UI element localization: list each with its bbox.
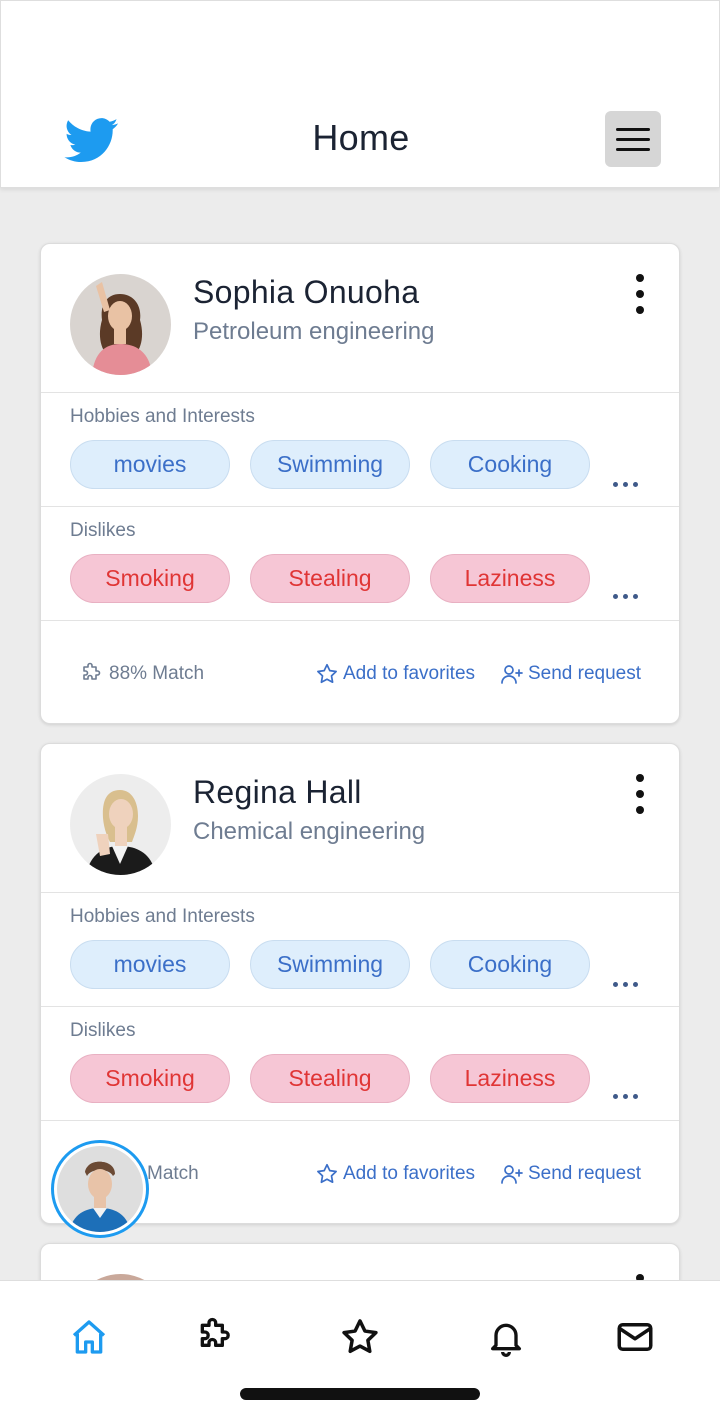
home-icon [72,1320,106,1354]
dislike-chip[interactable]: Laziness [430,554,590,603]
dislike-chips: Smoking Stealing Laziness [70,1054,590,1103]
dislike-chip[interactable]: Stealing [250,1054,410,1103]
avatar[interactable] [70,774,171,875]
divider [41,506,679,507]
hamburger-menu-button[interactable] [605,111,661,167]
more-options-icon[interactable] [629,274,651,314]
puzzle-icon [200,1317,230,1347]
dislikes-label: Dislikes [70,1020,136,1041]
puzzle-icon [83,662,101,680]
match-text: 88% Match [109,663,205,684]
dislike-chip[interactable]: Stealing [250,554,410,603]
hobby-chip[interactable]: Cooking [430,440,590,489]
request-label: Send request [528,1163,642,1184]
bottom-navigation [0,1280,720,1424]
nav-home[interactable] [67,1315,111,1359]
dislike-chip[interactable]: Laziness [430,1054,590,1103]
hobby-chip[interactable]: Swimming [250,940,410,989]
star-icon [317,663,337,684]
profile-major: Petroleum engineering [193,318,435,345]
match-text: Match [147,1163,199,1184]
divider [41,1120,679,1121]
send-request-button[interactable]: Send request [500,662,641,686]
profile-name: Sophia Onuoha [193,274,420,310]
more-options-icon[interactable] [629,774,651,814]
favorites-label: Add to favorites [343,1163,476,1184]
dislike-chip[interactable]: Smoking [70,554,230,603]
more-hobbies-icon[interactable] [613,982,638,987]
add-to-favorites-button[interactable]: Add to favorites [315,1162,475,1186]
app-screen: Home Sophia Onuoha Petroleum engineering… [0,0,720,1424]
hobbies-label: Hobbies and Interests [70,406,255,427]
bell-icon [491,1323,521,1357]
match-indicator: 88% Match [79,662,204,686]
app-header: Home [0,0,720,188]
home-indicator [240,1388,480,1400]
add-user-icon [501,1165,523,1184]
nav-notifications[interactable] [484,1315,528,1359]
profile-major: Chemical engineering [193,818,426,845]
dislike-chips: Smoking Stealing Laziness [70,554,590,603]
hobby-chip[interactable]: Cooking [430,940,590,989]
avatar[interactable] [70,274,171,375]
more-dislikes-icon[interactable] [613,1094,638,1099]
add-to-favorites-button[interactable]: Add to favorites [315,662,475,686]
menu-line [616,137,650,141]
hobby-chips: movies Swimming Cooking [70,940,590,989]
more-hobbies-icon[interactable] [613,482,638,487]
send-request-button[interactable]: Send request [500,1162,641,1186]
star-icon [342,1319,378,1354]
hobby-chip[interactable]: Swimming [250,440,410,489]
more-dislikes-icon[interactable] [613,594,638,599]
nav-matches[interactable] [192,1315,236,1359]
nav-messages[interactable] [613,1315,657,1359]
current-user-avatar[interactable] [51,1140,149,1238]
dislike-chip[interactable]: Smoking [70,1054,230,1103]
card-actions: 88% Match Add to favorites Send request [41,656,679,696]
profile-card: Sophia Onuoha Petroleum engineering Hobb… [40,243,680,724]
hobby-chip[interactable]: movies [70,940,230,989]
hobby-chips: movies Swimming Cooking [70,440,590,489]
request-label: Send request [528,663,642,684]
menu-line [616,147,650,151]
profile-card: Regina Hall Chemical engineering Hobbies… [40,743,680,1224]
mail-icon [617,1323,653,1351]
star-icon [317,1163,337,1184]
favorites-label: Add to favorites [343,663,476,684]
hobby-chip[interactable]: movies [70,440,230,489]
divider [41,620,679,621]
add-user-icon [501,665,523,684]
profile-name: Regina Hall [193,774,362,810]
divider [41,892,679,893]
dislikes-label: Dislikes [70,520,136,541]
divider [41,392,679,393]
menu-line [616,127,650,131]
divider [41,1006,679,1007]
hobbies-label: Hobbies and Interests [70,906,255,927]
nav-favorites[interactable] [338,1315,382,1359]
